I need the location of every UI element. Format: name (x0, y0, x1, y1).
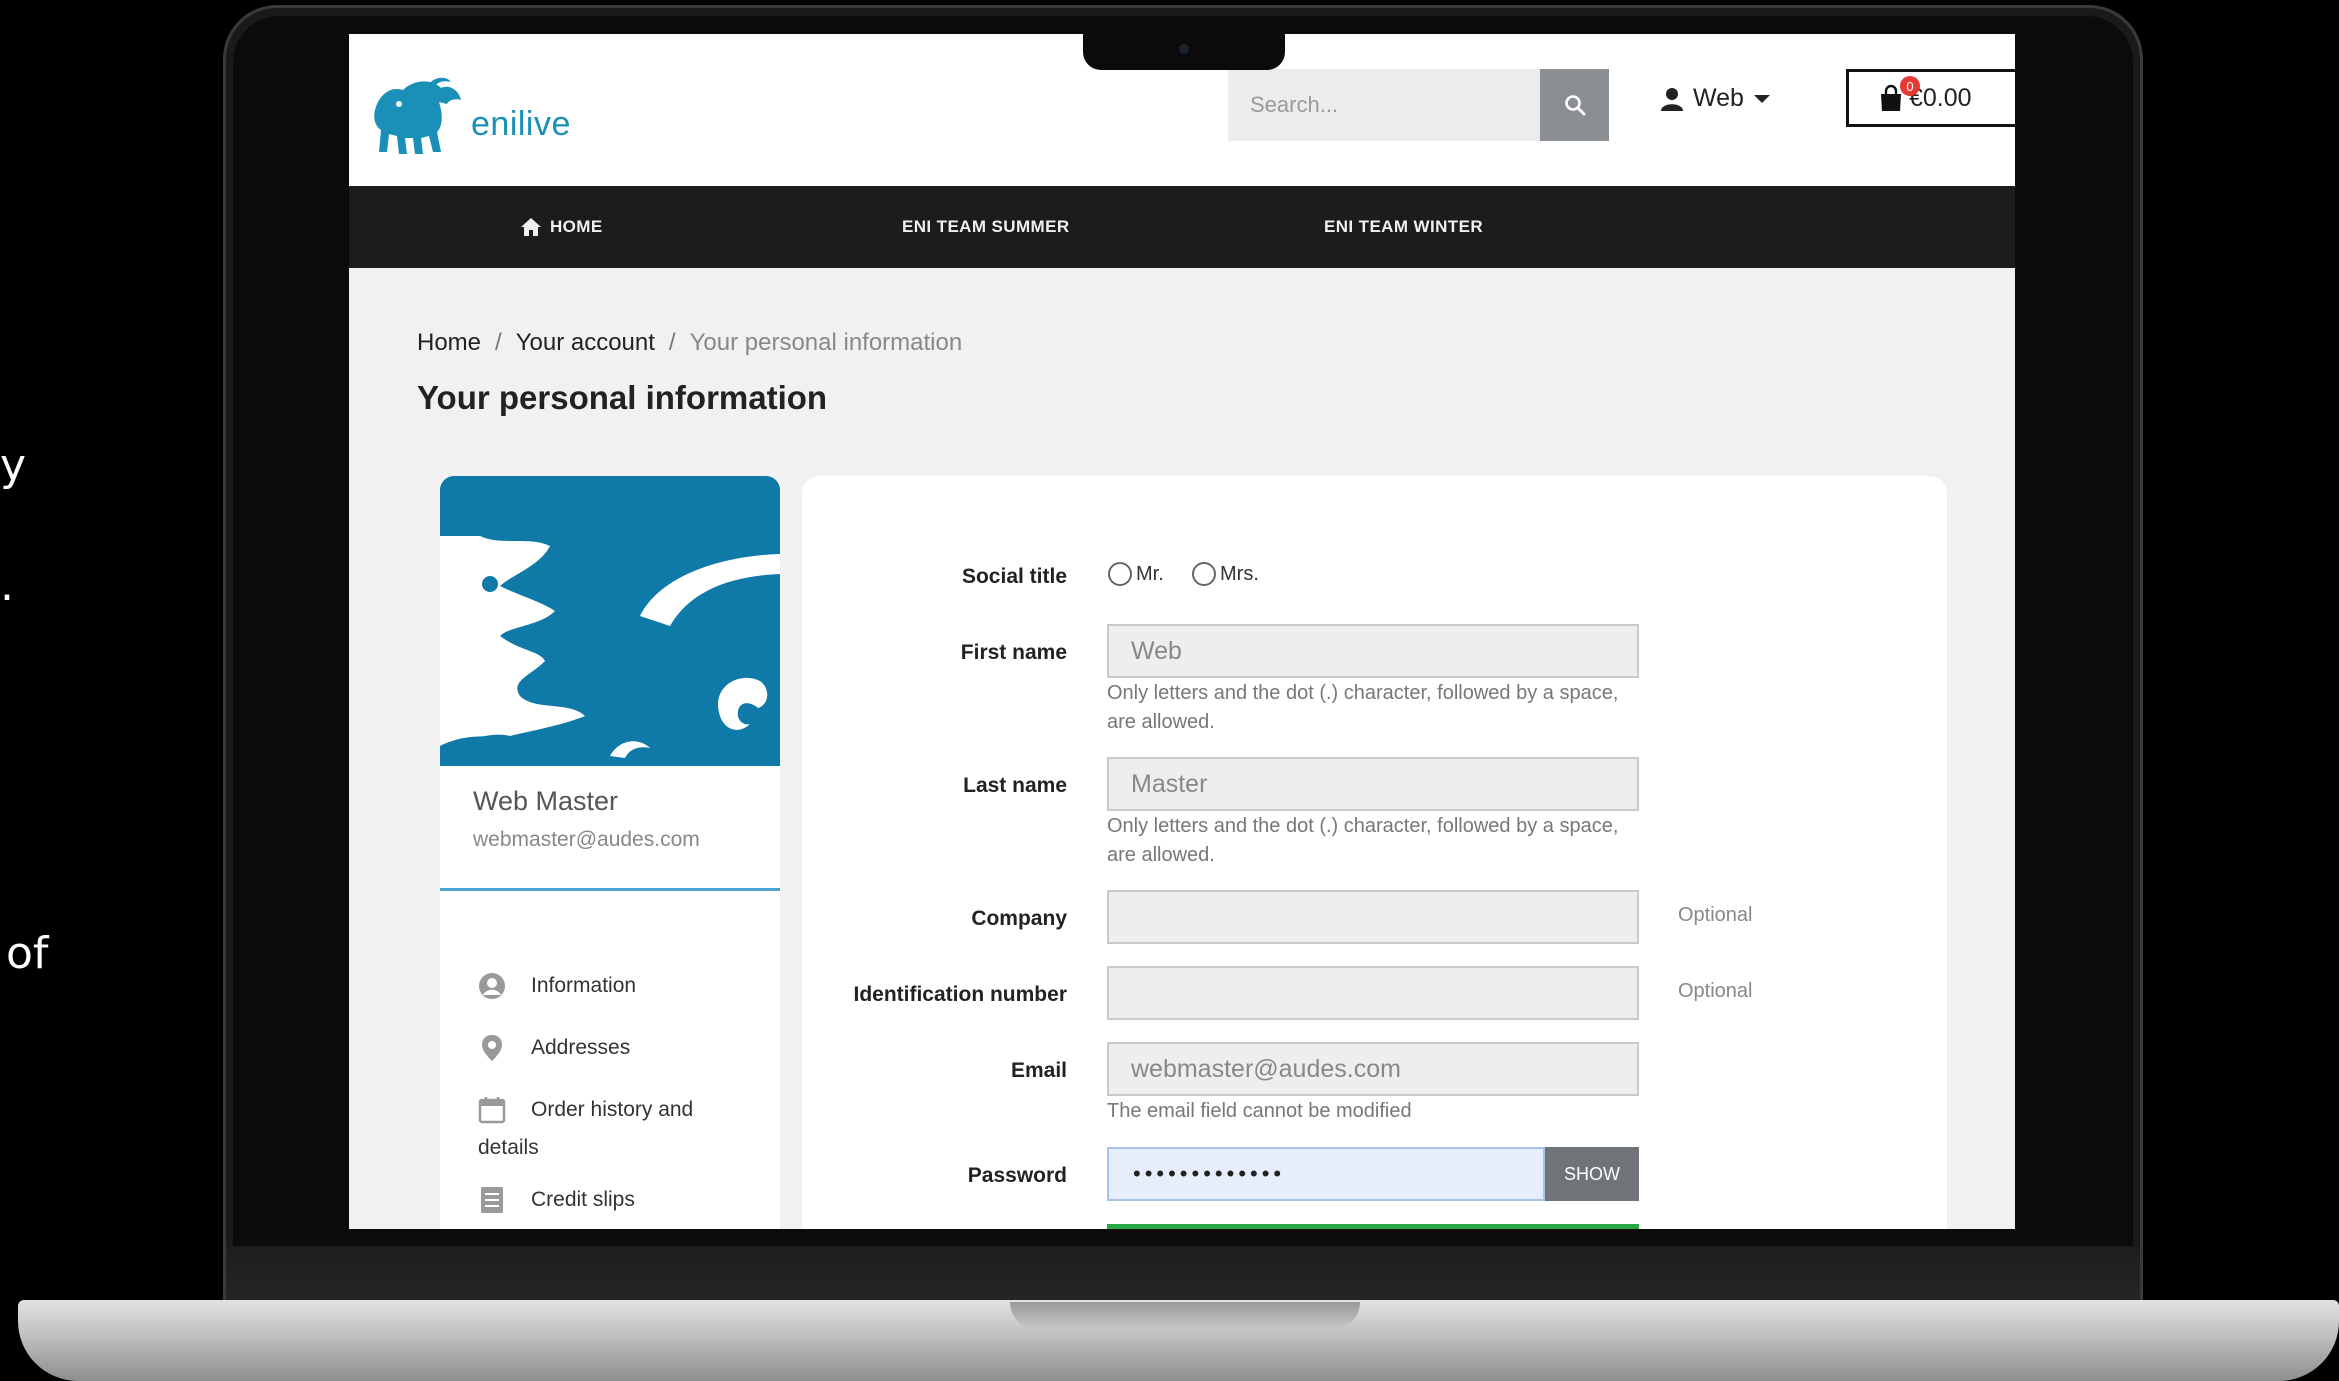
identification-number-input[interactable] (1107, 966, 1639, 1020)
main-navigation: HOME ENI TEAM SUMMER ENI TEAM WINTER (349, 186, 2015, 268)
radio-mr[interactable]: Mr. (1108, 562, 1164, 586)
home-icon (521, 218, 541, 236)
breadcrumb-account-link[interactable]: Your account (516, 329, 655, 357)
company-input[interactable] (1107, 890, 1639, 944)
company-optional-tag: Optional (1678, 904, 1753, 926)
radio-circle[interactable] (1108, 562, 1132, 586)
nav-item-home[interactable]: HOME (520, 186, 603, 268)
background-text-fragment: y (0, 440, 27, 491)
search-button[interactable] (1540, 69, 1609, 141)
nav-item-label: ENI TEAM WINTER (1324, 217, 1483, 236)
nav-item-eni-team-summer[interactable]: ENI TEAM SUMMER (902, 186, 1070, 268)
document-icon (478, 1186, 506, 1214)
sidebar-item-order-history[interactable]: Order history and (478, 1096, 693, 1124)
background-text-fragment: . (0, 560, 14, 611)
calendar-icon (478, 1096, 506, 1124)
breadcrumb-separator: / (495, 329, 502, 356)
password-strength-bar (1107, 1224, 1639, 1229)
breadcrumb-home-link[interactable]: Home (417, 329, 481, 357)
sidebar-item-credit-slips[interactable]: Credit slips (478, 1186, 635, 1214)
user-icon (1661, 87, 1683, 111)
map-pin-icon (478, 1034, 506, 1062)
nav-item-label: HOME (550, 217, 603, 236)
camera-lens (1179, 44, 1189, 54)
background-text-fragment: of (6, 928, 49, 979)
nav-item-eni-team-winter[interactable]: ENI TEAM WINTER (1324, 186, 1483, 268)
last-name-input[interactable]: Master (1107, 757, 1639, 811)
laptop-chin (226, 1246, 2140, 1308)
password-input[interactable]: ••••••••••••• (1107, 1147, 1545, 1201)
radio-label: Mrs. (1220, 562, 1259, 585)
six-legged-dog-logo-icon (374, 77, 461, 154)
social-title-label: Social title (961, 565, 1067, 588)
cart-button[interactable]: 0 €0.00 (1846, 69, 2015, 127)
breadcrumb: Home / Your account / Your personal info… (417, 329, 962, 357)
search-input[interactable]: Search... (1228, 69, 1540, 141)
identification-number-label: Identification number (853, 983, 1067, 1006)
sidebar-item-label: Credit slips (531, 1188, 635, 1211)
camera-notch (1083, 34, 1285, 70)
sidebar-item-label: Information (531, 974, 637, 997)
first-name-input[interactable]: Web (1107, 624, 1639, 678)
password-label: Password (967, 1164, 1067, 1187)
sidebar-item-label-continued: details (478, 1136, 539, 1159)
last-name-label: Last name (963, 774, 1067, 797)
show-password-button[interactable]: SHOW (1545, 1147, 1639, 1201)
identification-optional-tag: Optional (1678, 980, 1753, 1002)
email-hint: The email field cannot be modified (1107, 1100, 1412, 1122)
account-sidebar: Web Master webmaster@audes.com Informati… (440, 476, 780, 1229)
email-field[interactable]: webmaster@audes.com (1107, 1042, 1639, 1096)
breadcrumb-separator: / (668, 329, 676, 356)
page-title: Your personal information (417, 379, 828, 416)
cart-count-badge: 0 (1900, 76, 1920, 96)
personal-information-form: Social title Mr. Mrs. First name Web Onl… (802, 476, 1947, 1229)
laptop-opening-notch (1010, 1302, 1360, 1330)
email-label: Email (1010, 1059, 1067, 1082)
radio-label: Mr. (1136, 562, 1164, 585)
sidebar-item-label: Addresses (531, 1036, 631, 1059)
last-name-hint: Only letters and the dot (.) character, … (1107, 815, 1619, 866)
browser-screen: enilive Search... Web 0 €0.00 HOME ENI T… (349, 34, 2015, 1229)
company-label: Company (971, 907, 1067, 930)
dog-mascot-illustration-icon (440, 536, 780, 766)
nav-item-label: ENI TEAM SUMMER (902, 217, 1070, 236)
profile-banner (440, 476, 780, 766)
site-logo[interactable]: enilive (369, 74, 571, 156)
sidebar-item-information[interactable]: Information (478, 972, 636, 1000)
sidebar-divider (440, 888, 780, 891)
search-icon (1564, 95, 1585, 116)
user-name-label: Web (1693, 84, 1744, 112)
sidebar-item-addresses[interactable]: Addresses (478, 1034, 630, 1062)
first-name-hint: Only letters and the dot (.) character, … (1107, 682, 1619, 733)
logo-text: enilive (471, 104, 571, 143)
first-name-label: First name (960, 641, 1067, 664)
profile-name: Web Master (473, 786, 619, 816)
profile-email: webmaster@audes.com (473, 828, 700, 851)
user-account-dropdown[interactable]: Web (1661, 84, 1770, 113)
sidebar-item-label: Order history and (531, 1098, 694, 1121)
radio-mrs[interactable]: Mrs. (1192, 562, 1259, 586)
user-circle-icon (478, 972, 506, 1000)
caret-down-icon (1753, 94, 1770, 103)
radio-circle[interactable] (1192, 562, 1216, 586)
breadcrumb-current: Your personal information (689, 329, 963, 356)
